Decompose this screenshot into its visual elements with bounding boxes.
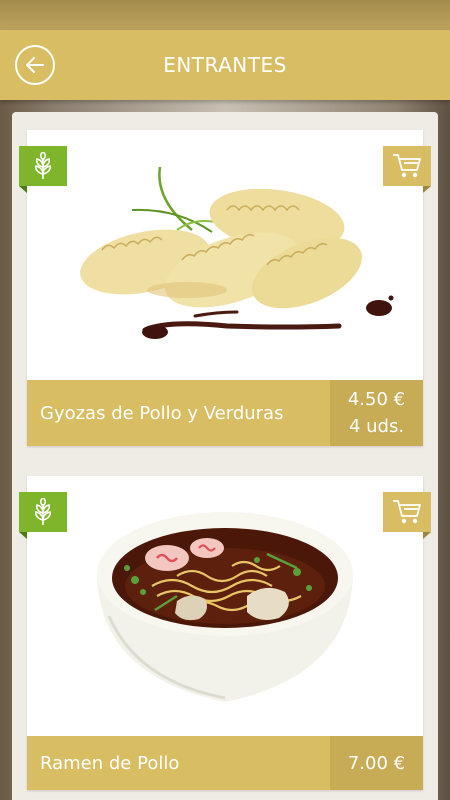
status-bar — [0, 0, 450, 30]
price-box: 4.50 € 4 uds. — [330, 380, 423, 446]
dish-image-ramen — [27, 476, 423, 726]
shopping-cart-icon — [393, 154, 421, 178]
vegetarian-badge — [19, 492, 67, 539]
dish-image-gyozas — [27, 130, 423, 380]
shopping-cart-icon — [393, 500, 421, 524]
menu-item-card[interactable]: Ramen de Pollo 7.00 € — [19, 476, 431, 790]
card-footer: Ramen de Pollo 7.00 € — [27, 736, 423, 790]
page-title: ENTRANTES — [163, 53, 287, 77]
wheat-leaf-icon — [35, 498, 51, 525]
back-button[interactable] — [15, 45, 55, 85]
add-to-cart-button[interactable] — [383, 492, 431, 539]
dish-price: 7.00 € — [347, 752, 406, 774]
menu-item-card[interactable]: Gyozas de Pollo y Verduras 4.50 € 4 uds. — [19, 130, 431, 446]
price-box: 7.00 € — [330, 736, 423, 790]
dish-name: Ramen de Pollo — [40, 752, 180, 774]
app-header: ENTRANTES — [0, 30, 450, 100]
back-arrow-icon — [26, 57, 44, 73]
dish-price: 4.50 € — [347, 389, 406, 410]
dish-units: 4 uds. — [348, 416, 405, 437]
vegetarian-badge — [19, 146, 67, 193]
wheat-leaf-icon — [35, 152, 51, 179]
add-to-cart-button[interactable] — [383, 146, 431, 193]
card-footer: Gyozas de Pollo y Verduras 4.50 € 4 uds. — [27, 380, 423, 446]
dish-name: Gyozas de Pollo y Verduras — [40, 402, 284, 424]
menu-list[interactable]: Gyozas de Pollo y Verduras 4.50 € 4 uds. — [12, 112, 438, 800]
